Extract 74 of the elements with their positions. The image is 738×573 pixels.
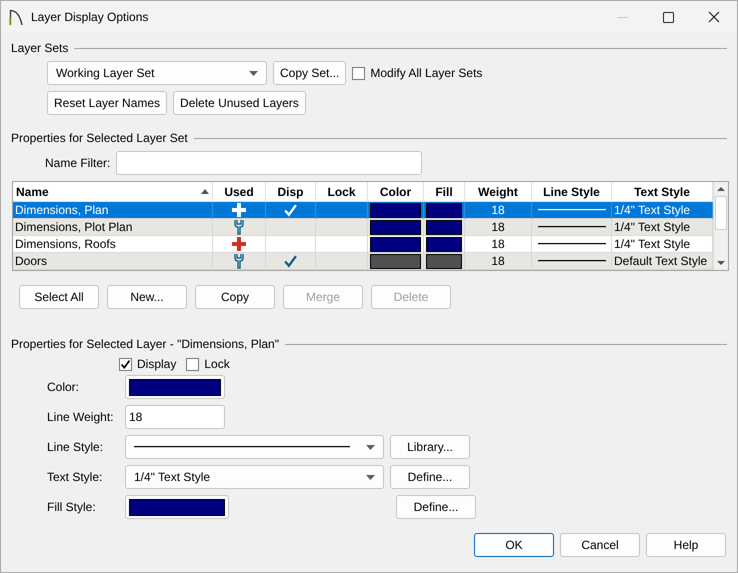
- table-cell: 18: [465, 236, 532, 253]
- sort-icon: [201, 189, 209, 194]
- action-button[interactable]: Reset Layer Names: [47, 91, 168, 115]
- checkbox[interactable]: Lock: [186, 357, 230, 371]
- caret-icon: [366, 474, 375, 480]
- table-cell[interactable]: Dimensions, Plot Plan: [13, 219, 213, 236]
- check-icon: [120, 358, 131, 370]
- define-button[interactable]: Define...: [396, 495, 476, 519]
- group-title: Properties for Selected Layer - "Dimensions, Plan": [11, 337, 279, 351]
- caret-icon: [249, 70, 258, 76]
- column-header[interactable]: Fill: [424, 182, 465, 202]
- layer-button[interactable]: Copy: [195, 285, 275, 309]
- table-cell[interactable]: [266, 202, 316, 219]
- layer-button[interactable]: New...: [107, 285, 187, 309]
- table-cell: 1/4" Text Style: [612, 219, 713, 236]
- table-cell: Default Text Style: [612, 253, 713, 270]
- column-header[interactable]: Weight: [465, 182, 532, 202]
- wrench-icon: [233, 219, 245, 235]
- checkbox[interactable]: Display: [119, 357, 176, 371]
- scroll-bar[interactable]: [713, 182, 728, 270]
- table-cell[interactable]: Dimensions, Plan: [13, 202, 213, 219]
- dialog-button[interactable]: Cancel: [560, 533, 640, 557]
- arc-icon: [9, 9, 23, 25]
- column-header[interactable]: Color: [368, 182, 424, 202]
- define-button[interactable]: Define...: [390, 465, 470, 489]
- plus-icon: [232, 237, 246, 251]
- field-label: Fill Style:: [47, 500, 97, 514]
- check-icon: [283, 254, 298, 268]
- table-cell[interactable]: [316, 202, 368, 219]
- copy-set-button[interactable]: Copy Set...: [273, 61, 346, 85]
- table-cell[interactable]: Dimensions, Roofs: [13, 236, 213, 253]
- wrench-icon: [233, 253, 245, 269]
- column-header[interactable]: Line Style: [532, 182, 612, 202]
- field-label: Line Weight:: [47, 410, 114, 424]
- table-cell: 18: [465, 202, 532, 219]
- checkbox[interactable]: Modify All Layer Sets: [352, 66, 482, 80]
- group-title: Layer Sets: [11, 41, 68, 55]
- field-label: Line Style:: [47, 440, 104, 454]
- line-style-dropdown[interactable]: [125, 435, 384, 459]
- column-header[interactable]: Text Style: [612, 182, 713, 202]
- library-button[interactable]: Library...: [390, 435, 470, 459]
- text-style-dropdown[interactable]: 1/4" Text Style: [125, 465, 384, 489]
- table-cell: 18: [465, 219, 532, 236]
- line-sample: [538, 209, 606, 211]
- column-header[interactable]: Disp: [266, 182, 316, 202]
- table-cell[interactable]: Doors: [13, 253, 213, 270]
- table-cell: 18: [465, 253, 532, 270]
- window-title: Layer Display Options: [31, 10, 150, 24]
- table-cell: 1/4" Text Style: [612, 236, 713, 253]
- line-sample: [538, 226, 606, 228]
- column-header[interactable]: Used: [213, 182, 266, 202]
- layer-set-dropdown[interactable]: Working Layer Set: [47, 61, 267, 85]
- column-header[interactable]: Name: [13, 182, 213, 202]
- line-weight-field[interactable]: 18: [125, 405, 225, 429]
- column-header[interactable]: Lock: [316, 182, 368, 202]
- fill-style-button[interactable]: [125, 495, 229, 519]
- caret-icon: [366, 444, 375, 450]
- group-title: Properties for Selected Layer Set: [11, 131, 188, 145]
- color-button[interactable]: [125, 375, 225, 399]
- line-sample: [538, 243, 606, 245]
- action-button[interactable]: Delete Unused Layers: [173, 91, 306, 115]
- check-icon: [283, 202, 298, 218]
- name-filter-field[interactable]: [116, 151, 422, 175]
- field-label: Color:: [47, 380, 80, 394]
- line-sample: [538, 260, 606, 262]
- layer-button[interactable]: Select All: [19, 285, 99, 309]
- table-cell: 1/4" Text Style: [612, 202, 713, 219]
- dialog-button[interactable]: OK: [474, 533, 554, 557]
- close-icon[interactable]: [708, 11, 720, 23]
- dialog-button[interactable]: Help: [646, 533, 726, 557]
- maximize-icon[interactable]: [662, 12, 674, 22]
- field-label: Text Style:: [47, 470, 104, 484]
- field-label: Name Filter:: [45, 156, 110, 170]
- plus-icon: [232, 203, 246, 217]
